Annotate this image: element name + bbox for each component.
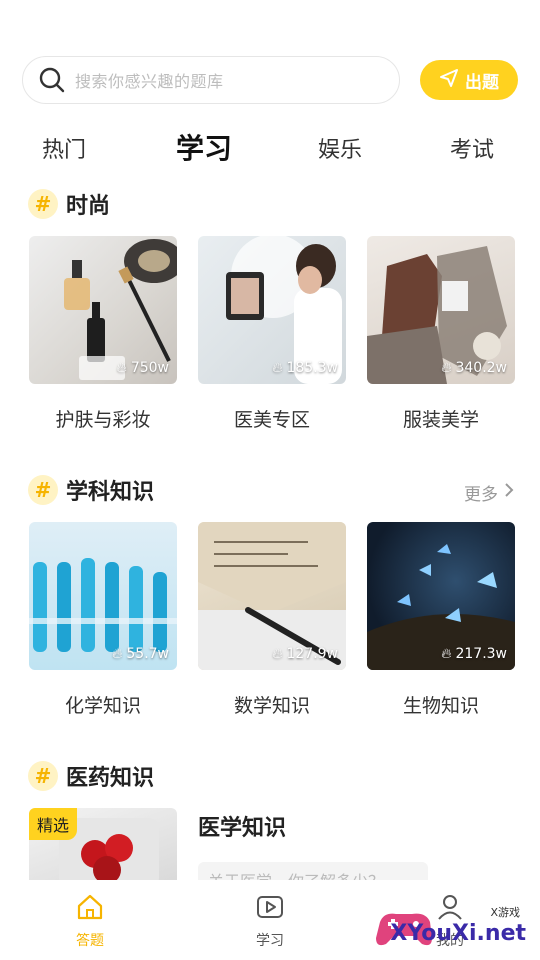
chevron-right-icon: [504, 482, 514, 503]
card-chemistry[interactable]: 🔥︎ 55.7w: [29, 522, 177, 670]
fire-icon: 🔥︎: [441, 360, 452, 376]
ask-question-button[interactable]: 出题: [420, 60, 518, 100]
view-count: 🔥︎ 340.2w: [441, 360, 507, 376]
card-label: 生物知识: [402, 695, 479, 717]
view-count: 🔥︎ 750w: [116, 360, 169, 376]
search-input[interactable]: 搜索你感兴趣的题库: [22, 56, 400, 104]
hashtag-icon: #: [28, 475, 58, 505]
tab-exam[interactable]: 考试: [450, 132, 494, 164]
card-label: 服装美学: [402, 409, 479, 431]
featured-title[interactable]: 医学知识: [198, 810, 286, 842]
search-placeholder: 搜索你感兴趣的题库: [75, 72, 224, 91]
category-tabs: 热门 学习 娱乐 考试: [0, 132, 540, 172]
view-count: 🔥︎ 185.3w: [272, 360, 338, 376]
tab-hot[interactable]: 热门: [42, 132, 86, 164]
search-row: 搜索你感兴趣的题库 出题: [22, 56, 518, 104]
card-fashion-aesthetics[interactable]: 🔥︎ 340.2w: [367, 236, 515, 384]
nav-study[interactable]: 学习: [230, 890, 310, 950]
section-title-knowledge: # 学科知识: [28, 474, 154, 506]
tab-entertainment[interactable]: 娱乐: [318, 132, 362, 164]
hashtag-icon: #: [28, 761, 58, 791]
card-biology[interactable]: 🔥︎ 217.3w: [367, 522, 515, 670]
send-icon: [439, 68, 459, 93]
fire-icon: 🔥︎: [116, 360, 127, 376]
watermark-logo: X游戏 XYouXi.net: [374, 900, 534, 956]
view-count: 🔥︎ 217.3w: [441, 646, 507, 662]
view-count: 🔥︎ 55.7w: [112, 646, 169, 662]
card-math[interactable]: 🔥︎ 127.9w: [198, 522, 346, 670]
nav-answer[interactable]: 答题: [50, 890, 130, 950]
more-link[interactable]: 更多: [464, 480, 514, 505]
section-title-fashion: # 时尚: [28, 188, 110, 220]
play-icon: [253, 890, 287, 924]
fire-icon: 🔥︎: [112, 646, 123, 662]
view-count: 🔥︎ 127.9w: [272, 646, 338, 662]
home-icon: [73, 890, 107, 924]
tab-study[interactable]: 学习: [176, 127, 233, 167]
card-label: 护肤与彩妆: [55, 409, 151, 431]
fire-icon: 🔥︎: [272, 646, 283, 662]
card-label: 数学知识: [233, 695, 310, 717]
search-icon: [37, 65, 67, 95]
section-title-medicine: # 医药知识: [28, 760, 154, 792]
fire-icon: 🔥︎: [272, 360, 283, 376]
ask-button-label: 出题: [465, 72, 499, 93]
featured-card-medicine[interactable]: 精选: [29, 808, 177, 888]
card-label: 医美专区: [233, 409, 310, 431]
card-skincare[interactable]: 🔥︎ 750w: [29, 236, 177, 384]
card-aesthetic-medicine[interactable]: 🔥︎ 185.3w: [198, 236, 346, 384]
card-label: 化学知识: [64, 695, 141, 717]
fire-icon: 🔥︎: [441, 646, 452, 662]
featured-tag: 精选: [29, 808, 78, 840]
hashtag-icon: #: [28, 189, 58, 219]
bottom-navigation: 答题 学习 我的 X游戏 XYouXi.net: [0, 880, 540, 960]
